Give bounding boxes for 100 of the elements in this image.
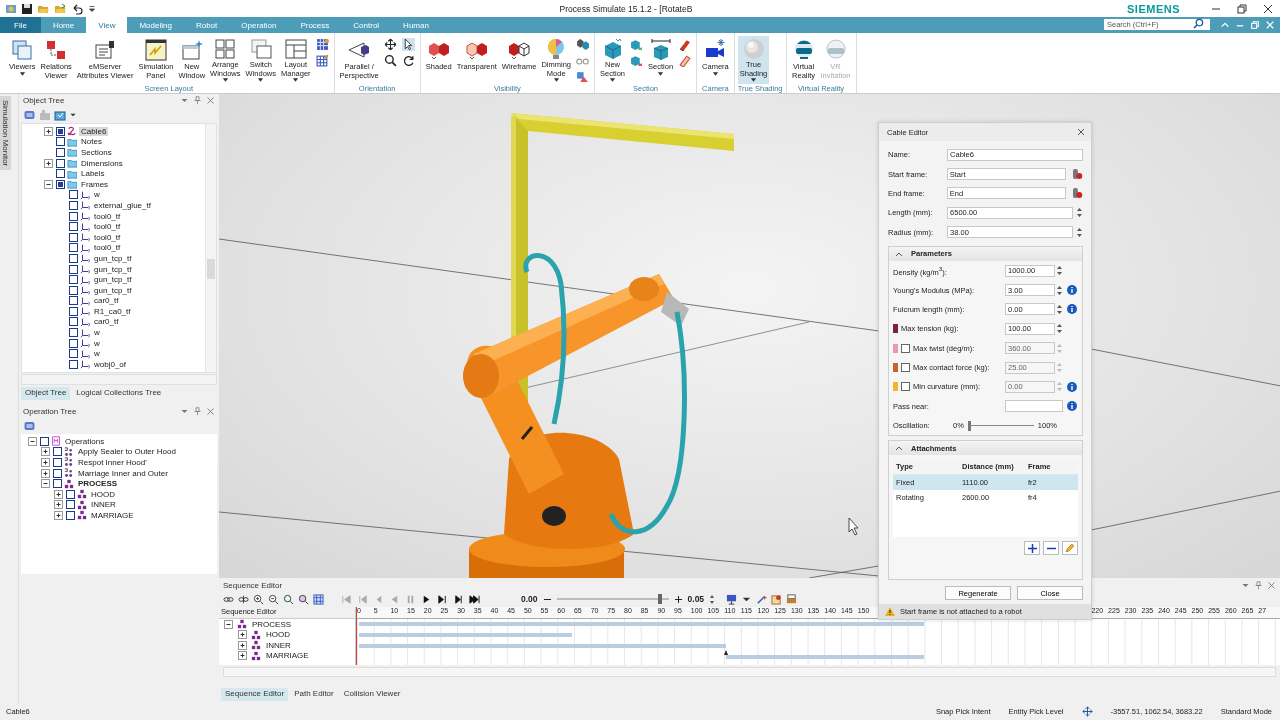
restore-icon[interactable]: [1236, 2, 1248, 15]
tree-item[interactable]: INNER: [264, 640, 293, 650]
tree-item[interactable]: Operations: [63, 436, 107, 446]
tree-item[interactable]: w: [92, 190, 102, 200]
panel-tab[interactable]: Collision Viewer: [339, 688, 405, 701]
plus-icon[interactable]: [673, 594, 683, 604]
checkbox[interactable]: [69, 296, 78, 306]
spinner-icon[interactable]: [1076, 207, 1083, 219]
checkbox[interactable]: [66, 510, 75, 520]
tree-options-icon[interactable]: [23, 109, 36, 121]
shapes-icon[interactable]: [576, 38, 589, 51]
checkbox[interactable]: [69, 264, 78, 274]
expand-toggle[interactable]: [223, 618, 234, 630]
tree-item[interactable]: Dimensions: [79, 158, 125, 168]
zoom-in-icon[interactable]: [253, 593, 264, 605]
checkbox[interactable]: [69, 243, 78, 253]
expand-toggle[interactable]: [237, 650, 248, 662]
grid-icon[interactable]: [315, 54, 329, 67]
expand-toggle[interactable]: [53, 499, 64, 511]
step-field[interactable]: 0.05: [687, 594, 705, 604]
expand-toggle[interactable]: [43, 125, 54, 137]
side-tab[interactable]: Simulation Monitor: [0, 96, 11, 171]
tree-item[interactable]: INNER: [89, 500, 118, 510]
step-forward-icon[interactable]: [453, 593, 464, 605]
checkbox[interactable]: [69, 253, 78, 263]
checkbox[interactable]: [69, 232, 78, 242]
spinner-icon[interactable]: [709, 593, 716, 605]
panel-tab[interactable]: Logical Collections Tree: [72, 387, 166, 400]
tree-item[interactable]: tool0_tf: [92, 232, 123, 242]
jump-end-icon[interactable]: [469, 593, 480, 605]
tree-item[interactable]: PROCESS: [76, 479, 120, 489]
remove-button[interactable]: [1043, 541, 1059, 556]
checkbox[interactable]: [69, 338, 78, 348]
expand-toggle[interactable]: [43, 178, 54, 190]
zoom-selection-icon[interactable]: [298, 593, 309, 605]
oscillation-slider[interactable]: [967, 419, 1034, 432]
checkbox[interactable]: [53, 447, 62, 457]
info-icon[interactable]: [1067, 304, 1077, 315]
checkbox[interactable]: [56, 179, 65, 189]
ribbon-tab[interactable]: View: [86, 17, 128, 33]
checkbox[interactable]: [69, 190, 78, 200]
spinner-icon[interactable]: [1076, 226, 1083, 238]
checkbox[interactable]: [69, 359, 78, 369]
open-folder-icon[interactable]: [54, 2, 67, 15]
step-forward-icon[interactable]: [437, 593, 448, 605]
expand-toggle[interactable]: [40, 457, 51, 468]
collapse-ribbon-icon[interactable]: [1220, 20, 1230, 30]
tree-item[interactable]: PROCESS: [250, 619, 294, 629]
expand-toggle[interactable]: [237, 639, 248, 651]
tree-item[interactable]: R1_ca0_tf: [92, 306, 133, 316]
tree-options-icon[interactable]: [23, 420, 36, 432]
pin-icon[interactable]: [193, 407, 202, 416]
checkbox[interactable]: [69, 222, 78, 232]
zoom-fit-icon[interactable]: [283, 593, 294, 605]
tree-item[interactable]: HOOD: [89, 489, 117, 499]
tree-item[interactable]: w: [92, 338, 102, 348]
expand-toggle[interactable]: [53, 488, 64, 500]
checkbox[interactable]: [56, 137, 65, 147]
checkbox[interactable]: [69, 349, 78, 359]
checkbox[interactable]: [69, 275, 78, 285]
grid-icon[interactable]: [313, 593, 324, 605]
pick-icon[interactable]: [1072, 187, 1083, 200]
checkbox[interactable]: [56, 126, 65, 136]
checkbox[interactable]: [69, 328, 78, 338]
checkbox[interactable]: [56, 158, 65, 168]
info-icon[interactable]: [1067, 285, 1077, 296]
search-icon[interactable]: [1193, 18, 1204, 29]
tree-item[interactable]: tool0_tf: [92, 222, 123, 232]
tree-item[interactable]: car0_tf: [92, 317, 121, 327]
tree-item[interactable]: Marriage Inner and Outer: [76, 468, 170, 478]
shapes-icon[interactable]: [576, 70, 589, 83]
play-icon[interactable]: [421, 593, 432, 605]
panel-tab[interactable]: Object Tree: [21, 387, 71, 400]
tree-item[interactable]: w: [92, 349, 102, 359]
collapse-icon[interactable]: [895, 444, 903, 453]
checkbox[interactable]: [66, 489, 75, 499]
checkbox[interactable]: [69, 211, 78, 221]
horizontal-scrollbar[interactable]: [223, 667, 1276, 677]
tree-item[interactable]: Cable6: [79, 126, 109, 136]
close-icon[interactable]: [1262, 2, 1274, 15]
zoom-out-icon[interactable]: [268, 593, 279, 605]
tree-item[interactable]: HOOD: [264, 630, 292, 640]
tree-item[interactable]: Respot Inner Hood': [76, 458, 149, 467]
tree-item[interactable]: tool0_tf: [92, 211, 123, 221]
expand-toggle[interactable]: [237, 629, 248, 641]
save-icon[interactable]: [21, 2, 33, 15]
checkbox[interactable]: [56, 148, 65, 157]
expand-toggle[interactable]: [27, 435, 38, 447]
panel-tab[interactable]: Sequence Editor: [221, 688, 289, 701]
tree-item[interactable]: car0_tf: [92, 296, 121, 306]
tree-item[interactable]: external_glue_tf: [92, 200, 153, 210]
slider-thumb[interactable]: [657, 594, 662, 604]
panel-tab[interactable]: Path Editor: [290, 688, 338, 701]
ribbon-tab[interactable]: File: [0, 17, 41, 33]
input-field[interactable]: [1005, 400, 1063, 413]
undo-icon[interactable]: [71, 2, 83, 15]
time-field[interactable]: 0.00: [521, 594, 538, 604]
brush-icon[interactable]: [678, 54, 692, 67]
search-icon[interactable]: [383, 54, 397, 67]
expand-toggle[interactable]: [53, 509, 64, 521]
